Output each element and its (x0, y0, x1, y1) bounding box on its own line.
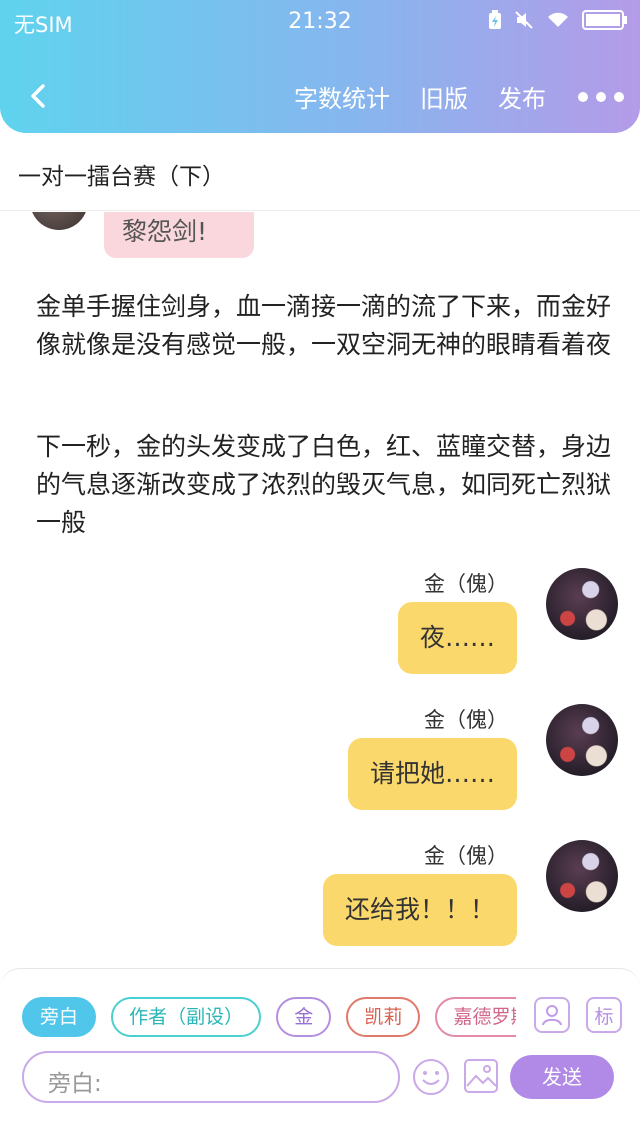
avatar (30, 212, 88, 230)
chat-message: 金（傀） 还给我！！！ (218, 840, 618, 950)
avatar[interactable] (546, 568, 618, 640)
chapter-title-bar: 一对一擂台赛（下） (0, 133, 640, 211)
role-chip-author[interactable]: 作者（副设） (111, 997, 262, 1037)
narration-paragraph[interactable]: 金单手握住剑身，血一滴接一滴的流了下来，而金好像就像是没有感觉一般，一双空洞无神… (36, 288, 616, 364)
person-icon (542, 1005, 562, 1026)
word-count-link[interactable]: 字数统计 (294, 79, 390, 114)
mute-icon (515, 11, 533, 29)
battery-saver-icon (489, 10, 501, 29)
chat-message: 金（傀） 夜…… (218, 568, 618, 678)
message-bubble[interactable]: 还给我！！！ (322, 874, 517, 946)
wifi-icon (548, 12, 568, 27)
old-version-link[interactable]: 旧版 (420, 79, 468, 114)
role-chip-narrator[interactable]: 旁白 (22, 997, 97, 1037)
role-chip-jiadeluosi[interactable]: 嘉德罗斯 (435, 997, 516, 1037)
emoji-icon[interactable] (412, 1058, 450, 1096)
speaker-name: 金（傀） (424, 572, 508, 596)
back-button[interactable] (18, 76, 58, 116)
more-icon[interactable] (578, 91, 624, 102)
message-input[interactable]: 旁白: (22, 1051, 400, 1103)
message-bubble[interactable]: 夜…… (397, 602, 517, 674)
speaker-name: 金（傀） (424, 844, 508, 868)
chapter-title: 一对一擂台赛（下） (18, 164, 225, 190)
avatar[interactable] (546, 840, 618, 912)
composer-panel: 旁白 作者（副设） 金 凯莉 嘉德罗斯 标 旁白: 发送 (0, 968, 640, 1138)
avatar[interactable] (546, 704, 618, 776)
status-bar: 无SIM 21:32 (0, 0, 640, 44)
chevron-left-icon (31, 84, 45, 108)
nav-row: 字数统计 旧版 发布 (0, 66, 640, 126)
top-app-bar: 无SIM 21:32 字数统计 旧版 发布 (0, 0, 640, 133)
publish-link[interactable]: 发布 (498, 79, 546, 114)
role-chip-jin[interactable]: 金 (276, 997, 332, 1037)
message-bubble[interactable]: 黎怨剑! (104, 212, 254, 258)
role-selector: 旁白 作者（副设） 金 凯莉 嘉德罗斯 (22, 997, 516, 1039)
send-button[interactable]: 发送 (510, 1055, 614, 1099)
character-manage-button[interactable] (534, 997, 570, 1033)
message-bubble[interactable]: 请把她…… (347, 738, 517, 810)
nav-actions: 字数统计 旧版 发布 (264, 79, 624, 114)
role-chip-kaili[interactable]: 凯莉 (346, 997, 421, 1037)
mark-button[interactable]: 标 (586, 997, 622, 1033)
image-icon[interactable] (463, 1058, 499, 1094)
status-icons (488, 10, 628, 30)
chat-message: 金（傀） 请把她…… (218, 704, 618, 814)
battery-icon (582, 10, 627, 30)
speaker-name: 金（傀） (424, 708, 508, 732)
chat-content[interactable]: 黎怨剑! 金单手握住剑身，血一滴接一滴的流了下来，而金好像就像是没有感觉一般，一… (0, 212, 640, 968)
narration-paragraph[interactable]: 下一秒，金的头发变成了白色，红、蓝瞳交替，身边的气息逐渐改变成了浓烈的毁灭气息，… (36, 428, 616, 542)
